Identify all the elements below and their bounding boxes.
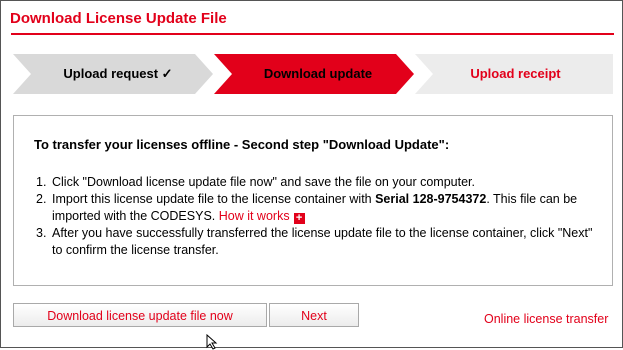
list-item: 1. Click "Download license update file n… (36, 174, 596, 191)
list-item-text: Click "Download license update file now"… (52, 175, 475, 189)
step-download-update: Download update (263, 66, 373, 81)
page-title: Download License Update File (10, 10, 227, 27)
next-button[interactable]: Next (269, 303, 359, 327)
serial-number: Serial 128-9754372 (375, 192, 487, 206)
list-item-number: 1. (36, 175, 47, 189)
list-item: 3. After you have successfully transferr… (36, 225, 596, 259)
step-upload-receipt: Upload receipt (470, 66, 561, 81)
instructions-panel: To transfer your licenses offline - Seco… (13, 115, 613, 286)
instructions-list: 1. Click "Download license update file n… (36, 174, 596, 259)
download-license-button[interactable]: Download license update file now (13, 303, 267, 327)
how-it-works-link[interactable]: How it works (219, 209, 290, 223)
progress-steps: Upload request ✓ Download update Upload … (13, 54, 613, 94)
plus-icon[interactable]: + (293, 213, 305, 224)
list-item-text: Import this license update file to the l… (52, 192, 376, 206)
online-license-transfer-link[interactable]: Online license transfer (484, 312, 608, 326)
list-item-number: 2. (36, 192, 47, 206)
dialog-frame: Download License Update File Upload requ… (0, 0, 623, 350)
step-upload-request: Upload request ✓ (63, 66, 173, 81)
list-item-number: 3. (36, 226, 47, 240)
list-item: 2. Import this license update file to th… (36, 191, 596, 225)
instructions-heading: To transfer your licenses offline - Seco… (34, 137, 450, 152)
title-divider (11, 33, 614, 35)
list-item-text: After you have successfully transferred … (52, 226, 593, 257)
